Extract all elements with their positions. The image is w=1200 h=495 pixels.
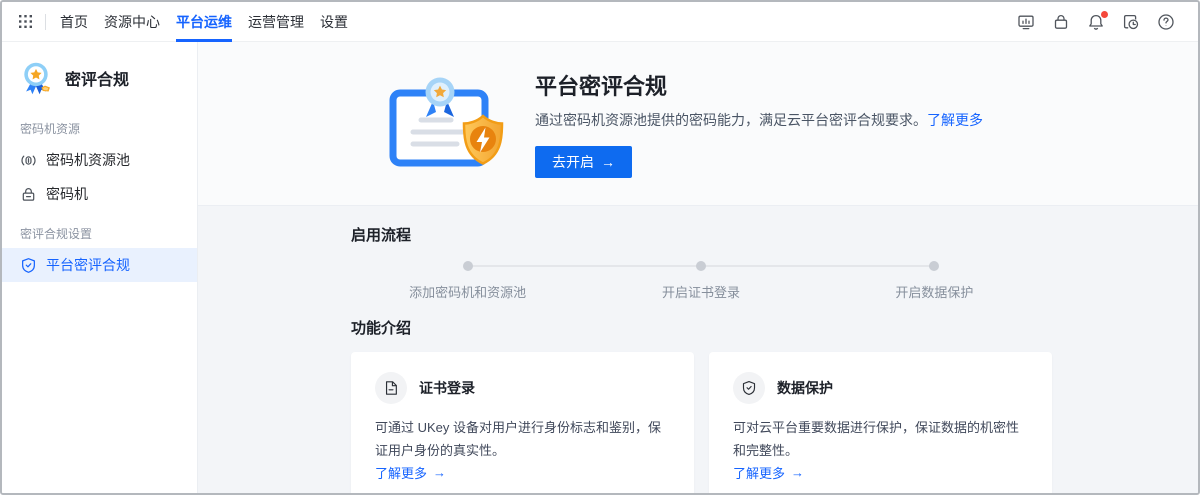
page-title: 平台密评合规 [535, 69, 667, 101]
sidebar: 密评合规 密码机资源 密码机资源池 [2, 42, 198, 493]
top-nav-bar: 首页 资源中心 平台运维 运营管理 设置 [2, 2, 1198, 42]
nav-tab-operation-mgmt[interactable]: 运营管理 [248, 2, 304, 42]
product-title: 密评合规 [65, 66, 129, 90]
bell-icon[interactable] [1086, 12, 1106, 32]
app-window: 首页 资源中心 平台运维 运营管理 设置 [0, 0, 1200, 495]
sidebar-item-crypto-machine[interactable]: 密码机 [2, 177, 197, 211]
medal-badge-icon [18, 60, 54, 96]
shield-check-icon [733, 372, 765, 404]
nav-tab-settings[interactable]: 设置 [320, 2, 348, 42]
card-title: 证书登录 [419, 378, 475, 398]
history-icon[interactable] [1121, 12, 1141, 32]
feature-card-certificate-login: 证书登录 可通过 UKey 设备对用户进行身份标志和鉴别，保证用户身份的真实性。… [351, 352, 694, 495]
arrow-right-icon: → [791, 465, 804, 480]
arrow-right-icon: → [601, 154, 615, 170]
hero-description-text: 通过密码机资源池提供的密码能力，满足云平台密评合规要求。 [535, 112, 927, 128]
sidebar-section-label-compliance-settings: 密评合规设置 [2, 211, 197, 248]
header-divider [45, 14, 46, 30]
feature-cards: 证书登录 可通过 UKey 设备对用户进行身份标志和鉴别，保证用户身份的真实性。… [351, 352, 1052, 495]
monitor-icon[interactable] [1016, 12, 1036, 32]
stepper-step-1: 添加密码机和资源池 [351, 261, 584, 301]
resource-pool-icon [20, 152, 37, 169]
sidebar-item-platform-compliance[interactable]: 平台密评合规 [2, 248, 197, 282]
stepper-label: 添加密码机和资源池 [409, 282, 526, 301]
card-link-label: 了解更多 [733, 463, 785, 482]
go-enable-button[interactable]: 去开启 → [535, 146, 632, 178]
enable-process-stepper: 添加密码机和资源池 开启证书登录 开启数据保护 [351, 261, 1051, 307]
lock-icon[interactable] [1051, 12, 1071, 32]
nav-tab-home[interactable]: 首页 [60, 2, 88, 42]
sidebar-item-label: 平台密评合规 [46, 255, 130, 275]
stepper-label: 开启证书登录 [662, 282, 740, 301]
arrow-right-icon: → [433, 465, 446, 480]
notification-badge-dot [1101, 11, 1108, 18]
hsm-lock-icon [20, 186, 37, 203]
shield-check-icon [20, 257, 37, 274]
card-learn-more-link[interactable]: 了解更多 → [733, 463, 1028, 482]
stepper-dot [463, 261, 473, 271]
nav-tab-platform-ops[interactable]: 平台运维 [176, 2, 232, 42]
card-learn-more-link[interactable]: 了解更多 → [375, 463, 670, 482]
feature-card-data-protection: 数据保护 可对云平台重要数据进行保护，保证数据的机密性和完整性。 了解更多 → [709, 352, 1052, 495]
main-nav: 首页 资源中心 平台运维 运营管理 设置 [60, 2, 348, 42]
sidebar-item-crypto-pool[interactable]: 密码机资源池 [2, 143, 197, 177]
stepper-step-2: 开启证书登录 [584, 261, 817, 301]
features-heading: 功能介绍 [351, 317, 1048, 338]
stepper-dot [929, 261, 939, 271]
stepper-dot [696, 261, 706, 271]
certificate-with-shield-illustration [388, 71, 513, 176]
go-enable-button-label: 去开启 [552, 152, 594, 172]
lower-section: 启用流程 添加密码机和资源池 开启证书登录 [198, 206, 1198, 495]
main-content: 平台密评合规 通过密码机资源池提供的密码能力，满足云平台密评合规要求。了解更多 … [198, 42, 1198, 493]
stepper-step-3: 开启数据保护 [818, 261, 1051, 301]
sidebar-item-label: 密码机 [46, 184, 88, 204]
hero-description: 通过密码机资源池提供的密码能力，满足云平台密评合规要求。了解更多 [535, 110, 983, 130]
sidebar-item-label: 密码机资源池 [46, 150, 130, 170]
process-heading: 启用流程 [351, 224, 1048, 245]
card-title: 数据保护 [777, 378, 833, 398]
hero-banner: 平台密评合规 通过密码机资源池提供的密码能力，满足云平台密评合规要求。了解更多 … [198, 42, 1198, 206]
certificate-file-icon [375, 372, 407, 404]
card-link-label: 了解更多 [375, 463, 427, 482]
hero-learn-more-link[interactable]: 了解更多 [927, 112, 983, 128]
product-header: 密评合规 [2, 58, 197, 106]
stepper-label: 开启数据保护 [895, 282, 973, 301]
nav-tab-resource-center[interactable]: 资源中心 [104, 2, 160, 42]
sidebar-section-label-resources: 密码机资源 [2, 106, 197, 143]
help-icon[interactable] [1156, 12, 1176, 32]
card-body: 可对云平台重要数据进行保护，保证数据的机密性和完整性。 [733, 417, 1028, 463]
apps-grid-icon[interactable] [19, 15, 32, 28]
card-body: 可通过 UKey 设备对用户进行身份标志和鉴别，保证用户身份的真实性。 [375, 417, 670, 463]
